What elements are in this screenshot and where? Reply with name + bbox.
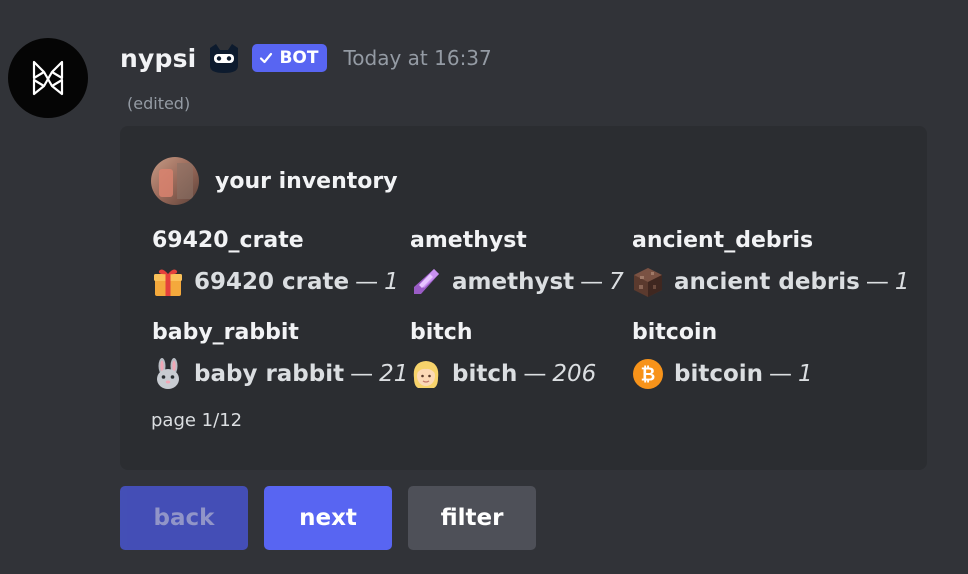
item-name: 69420 crate xyxy=(194,269,350,295)
inventory-field: 69420_crate 69420 crate — 1 xyxy=(152,226,412,298)
field-name: amethyst xyxy=(410,228,527,253)
field-value: ₿ bitcoin — 1 xyxy=(632,358,892,390)
field-name: ancient_debris xyxy=(632,228,814,253)
username[interactable]: nypsi xyxy=(120,44,196,73)
separator: — xyxy=(865,269,889,295)
field-name: 69420_crate xyxy=(152,228,304,253)
item-name: baby rabbit xyxy=(194,361,345,387)
message-header: nypsi BOT Today at 16:37 xyxy=(120,38,492,78)
amethyst-shard-icon xyxy=(410,266,442,298)
embed-author: your inventory xyxy=(151,157,398,205)
inventory-field: bitch bitch — 206 xyxy=(410,318,670,390)
item-quantity: 21 xyxy=(379,361,409,387)
separator: — xyxy=(523,361,547,387)
edited-label: (edited) xyxy=(127,94,191,113)
inventory-field: baby_rabbit baby rabbit — 21 xyxy=(152,318,412,390)
field-value: baby rabbit — 21 xyxy=(152,358,412,390)
ninja-bot-icon xyxy=(206,40,242,76)
field-value: 69420 crate — 1 xyxy=(152,266,412,298)
item-quantity: 1 xyxy=(384,269,399,295)
inventory-field: amethyst amethyst — 7 xyxy=(410,226,670,298)
inventory-field: bitcoin ₿ bitcoin — 1 xyxy=(632,318,892,390)
item-name: ancient debris xyxy=(674,269,860,295)
action-row: back next filter xyxy=(120,486,552,550)
field-name: bitcoin xyxy=(632,320,718,345)
item-name: bitcoin xyxy=(674,361,764,387)
ancient-debris-icon xyxy=(632,266,664,298)
separator: — xyxy=(355,269,379,295)
back-button[interactable]: back xyxy=(120,486,248,550)
filter-button[interactable]: filter xyxy=(408,486,536,550)
separator: — xyxy=(580,269,604,295)
blonde-person-icon xyxy=(410,358,442,390)
bitcoin-icon: ₿ xyxy=(632,358,664,390)
next-button[interactable]: next xyxy=(264,486,392,550)
separator: — xyxy=(350,361,374,387)
embed-author-name: your inventory xyxy=(215,168,398,194)
inventory-embed: your inventory 69420_crate 69420 crate —… xyxy=(120,126,927,470)
item-name: amethyst xyxy=(452,269,575,295)
separator: — xyxy=(769,361,793,387)
item-quantity: 206 xyxy=(552,361,597,387)
item-name: bitch xyxy=(452,361,518,387)
timestamp[interactable]: Today at 16:37 xyxy=(343,46,491,70)
field-name: bitch xyxy=(410,320,473,345)
field-value: amethyst — 7 xyxy=(410,266,670,298)
author-avatar xyxy=(151,157,199,205)
svg-text:₿: ₿ xyxy=(641,365,656,386)
field-name: baby_rabbit xyxy=(152,320,299,345)
field-value: ancient debris — 1 xyxy=(632,266,909,298)
bot-badge: BOT xyxy=(252,44,328,72)
embed-footer: page 1/12 xyxy=(151,410,243,431)
item-quantity: 1 xyxy=(798,361,813,387)
bot-avatar[interactable] xyxy=(8,38,88,118)
bot-badge-label: BOT xyxy=(279,48,319,68)
nypsi-logo-icon xyxy=(32,60,64,96)
field-value: bitch — 206 xyxy=(410,358,670,390)
item-quantity: 1 xyxy=(894,269,910,295)
item-quantity: 7 xyxy=(609,269,624,295)
chat-message: nypsi BOT Today at 16:37 (edited) your i… xyxy=(0,0,968,574)
check-icon xyxy=(259,51,273,65)
rabbit-icon xyxy=(152,358,184,390)
inventory-field: ancient_debris ancient debris — 1 xyxy=(632,226,909,298)
gift-icon xyxy=(152,266,184,298)
